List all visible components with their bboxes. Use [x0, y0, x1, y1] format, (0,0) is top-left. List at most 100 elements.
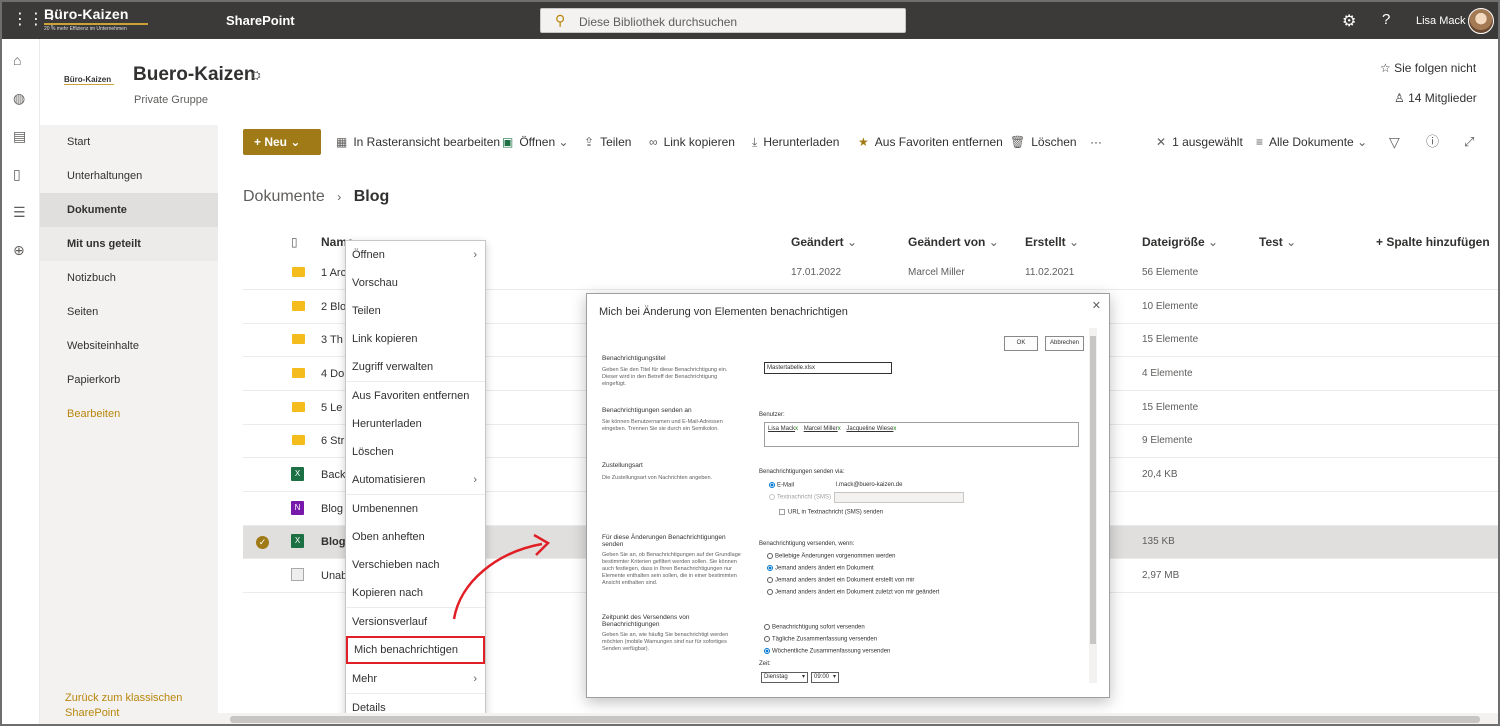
- download-button[interactable]: ⤓ Herunterladen: [752, 130, 839, 154]
- help-icon[interactable]: ?: [1382, 11, 1390, 28]
- menu-item-manage-access[interactable]: Zugriff verwalten: [346, 353, 485, 381]
- info-icon[interactable]: ⓘ: [1426, 130, 1439, 154]
- site-logo[interactable]: Büro-Kaizen: [64, 75, 111, 84]
- app-name[interactable]: SharePoint: [226, 13, 295, 28]
- checkmark-icon[interactable]: ✓: [256, 536, 269, 549]
- brand-logo[interactable]: Büro-Kaizen 20 % mehr Effizienz im Unter…: [44, 6, 148, 32]
- menu-item-alert-me[interactable]: Mich benachrichtigen: [346, 636, 485, 664]
- more-commands-button[interactable]: ···: [1090, 130, 1102, 154]
- close-icon[interactable]: ✕: [1092, 299, 1101, 312]
- nav-edit-link[interactable]: Bearbeiten: [40, 397, 218, 431]
- file-name[interactable]: Back: [321, 469, 345, 481]
- file-name[interactable]: 5 Le: [321, 402, 342, 414]
- file-name[interactable]: 2 Blo: [321, 301, 346, 313]
- menu-item-preview[interactable]: Vorschau: [346, 269, 485, 297]
- settings-gear-icon[interactable]: ⚙: [1342, 11, 1356, 31]
- column-header-created[interactable]: Erstellt ⌄: [1025, 235, 1079, 249]
- file-type-icon[interactable]: ▯: [291, 235, 298, 249]
- site-title[interactable]: Buero-Kaizen: [133, 64, 255, 86]
- modified-by-cell[interactable]: Marcel Miller: [908, 267, 965, 278]
- share-button[interactable]: ⇪ Teilen: [584, 130, 631, 154]
- remove-user-icon[interactable]: x: [893, 426, 896, 432]
- sms-url-checkbox[interactable]: URL in Textnachricht (SMS) senden: [779, 509, 883, 516]
- column-header-size[interactable]: Dateigröße ⌄: [1142, 235, 1218, 249]
- user-chip[interactable]: Marcel Miller: [804, 426, 838, 432]
- new-button[interactable]: + Neu ⌄: [243, 129, 321, 155]
- menu-item-more[interactable]: Mehr ›: [346, 665, 485, 693]
- file-name[interactable]: 4 Do: [321, 368, 344, 380]
- menu-item-automate[interactable]: Automatisieren ›: [346, 466, 485, 494]
- menu-item-copy-link[interactable]: Link kopieren: [346, 325, 485, 353]
- file-name[interactable]: Blog: [321, 536, 345, 548]
- user-name[interactable]: Lisa Mack: [1416, 15, 1466, 27]
- nav-item-papierkorb[interactable]: Papierkorb: [40, 363, 218, 397]
- sms-number-input[interactable]: [834, 492, 964, 503]
- file-name[interactable]: 1 Arc: [321, 267, 346, 279]
- unfavorite-button[interactable]: ★ Aus Favoriten entfernen: [858, 130, 1003, 154]
- delete-button[interactable]: 🗑 Löschen: [1010, 130, 1077, 154]
- file-name[interactable]: 6 Str: [321, 435, 344, 447]
- nav-item-notizbuch[interactable]: Notizbuch: [40, 261, 218, 295]
- search-input[interactable]: ⚲ Diese Bibliothek durchsuchen: [540, 8, 906, 33]
- menu-item-download[interactable]: Herunterladen: [346, 410, 485, 438]
- filter-icon[interactable]: ▽: [1389, 130, 1400, 154]
- menu-item-open[interactable]: Öffnen ›: [346, 241, 485, 269]
- breadcrumb-parent[interactable]: Dokumente: [243, 188, 325, 205]
- file-name[interactable]: 3 Th: [321, 334, 343, 346]
- menu-item-unfavorite[interactable]: Aus Favoriten entfernen: [346, 382, 485, 410]
- sms-radio[interactable]: Textnachricht (SMS): [769, 494, 831, 501]
- app-launcher-icon[interactable]: ⋮⋮⋮: [12, 12, 60, 28]
- open-button[interactable]: ▣ Öffnen ⌄: [502, 130, 569, 154]
- day-select[interactable]: Dienstag ▾: [761, 672, 808, 683]
- home-icon[interactable]: ⌂: [13, 52, 21, 68]
- when-option[interactable]: Jemand anders ändert ein Dokument erstel…: [767, 577, 914, 584]
- remove-user-icon[interactable]: x: [795, 426, 798, 432]
- scrollbar-thumb[interactable]: [230, 716, 1480, 723]
- selection-count[interactable]: ✕ 1 ausgewählt: [1156, 130, 1243, 154]
- members-button[interactable]: ♙ 14 Mitglieder: [1394, 91, 1477, 105]
- user-chip[interactable]: Lisa Mack: [768, 426, 795, 432]
- menu-item-rename[interactable]: Umbenennen: [346, 495, 485, 523]
- nav-item-start[interactable]: Start: [40, 125, 218, 159]
- nav-item-websiteinhalte[interactable]: Websiteinhalte: [40, 329, 218, 363]
- list-icon[interactable]: ☰: [13, 204, 26, 221]
- avatar[interactable]: [1468, 8, 1494, 34]
- column-header-modified[interactable]: Geändert ⌄: [791, 235, 857, 249]
- horizontal-scrollbar[interactable]: [218, 713, 1498, 724]
- column-header-test[interactable]: Test ⌄: [1259, 235, 1296, 249]
- expand-icon[interactable]: ⤢: [1464, 130, 1474, 154]
- alert-title-input[interactable]: Mastertabelle.xlsx: [764, 362, 892, 374]
- file-name[interactable]: Unab: [321, 570, 347, 582]
- file-name[interactable]: Blog: [321, 503, 343, 515]
- nav-item-mit-uns-geteilt[interactable]: Mit uns geteilt: [40, 227, 218, 261]
- when-option[interactable]: Jemand anders ändert ein Dokument zuletz…: [767, 589, 939, 596]
- cancel-button[interactable]: Abbrechen: [1045, 336, 1084, 351]
- email-radio[interactable]: E-Mail: [769, 482, 794, 489]
- add-column-button[interactable]: + Spalte hinzufügen: [1376, 235, 1490, 249]
- teams-icon[interactable]: ⛭: [251, 68, 261, 83]
- frequency-option[interactable]: Benachrichtigung sofort versenden: [764, 624, 865, 631]
- classic-sharepoint-link[interactable]: Zurück zum klassischen SharePoint: [65, 691, 205, 721]
- remove-user-icon[interactable]: x: [838, 426, 841, 432]
- create-icon[interactable]: ⊕: [13, 242, 25, 259]
- nav-item-unterhaltungen[interactable]: Unterhaltungen: [40, 159, 218, 193]
- follow-button[interactable]: ☆ Sie folgen nicht: [1380, 61, 1476, 75]
- nav-item-seiten[interactable]: Seiten: [40, 295, 218, 329]
- dialog-scrollbar[interactable]: [1089, 328, 1097, 683]
- when-option[interactable]: Beliebige Änderungen vorgenommen werden: [767, 553, 895, 560]
- document-icon[interactable]: ▯: [13, 166, 21, 183]
- user-chip[interactable]: Jacqueline Wiese: [846, 426, 893, 432]
- news-icon[interactable]: ▤: [13, 128, 26, 145]
- when-option[interactable]: Jemand anders ändert ein Dokument: [767, 565, 874, 572]
- copy-link-button[interactable]: ∞ Link kopieren: [649, 130, 735, 154]
- column-header-modified-by[interactable]: Geändert von ⌄: [908, 235, 999, 249]
- view-switcher[interactable]: ≡ Alle Dokumente ⌄: [1256, 130, 1367, 154]
- menu-item-share[interactable]: Teilen: [346, 297, 485, 325]
- globe-icon[interactable]: ◍: [13, 90, 25, 107]
- ok-button[interactable]: OK: [1004, 336, 1038, 351]
- scrollbar-thumb[interactable]: [1090, 336, 1096, 644]
- menu-item-delete[interactable]: Löschen: [346, 438, 485, 466]
- frequency-option[interactable]: Wöchentliche Zusammenfassung versenden: [764, 648, 890, 655]
- nav-item-dokumente[interactable]: Dokumente: [40, 193, 218, 227]
- users-people-picker[interactable]: Lisa Mackx Marcel Millerx Jacqueline Wie…: [764, 422, 1079, 447]
